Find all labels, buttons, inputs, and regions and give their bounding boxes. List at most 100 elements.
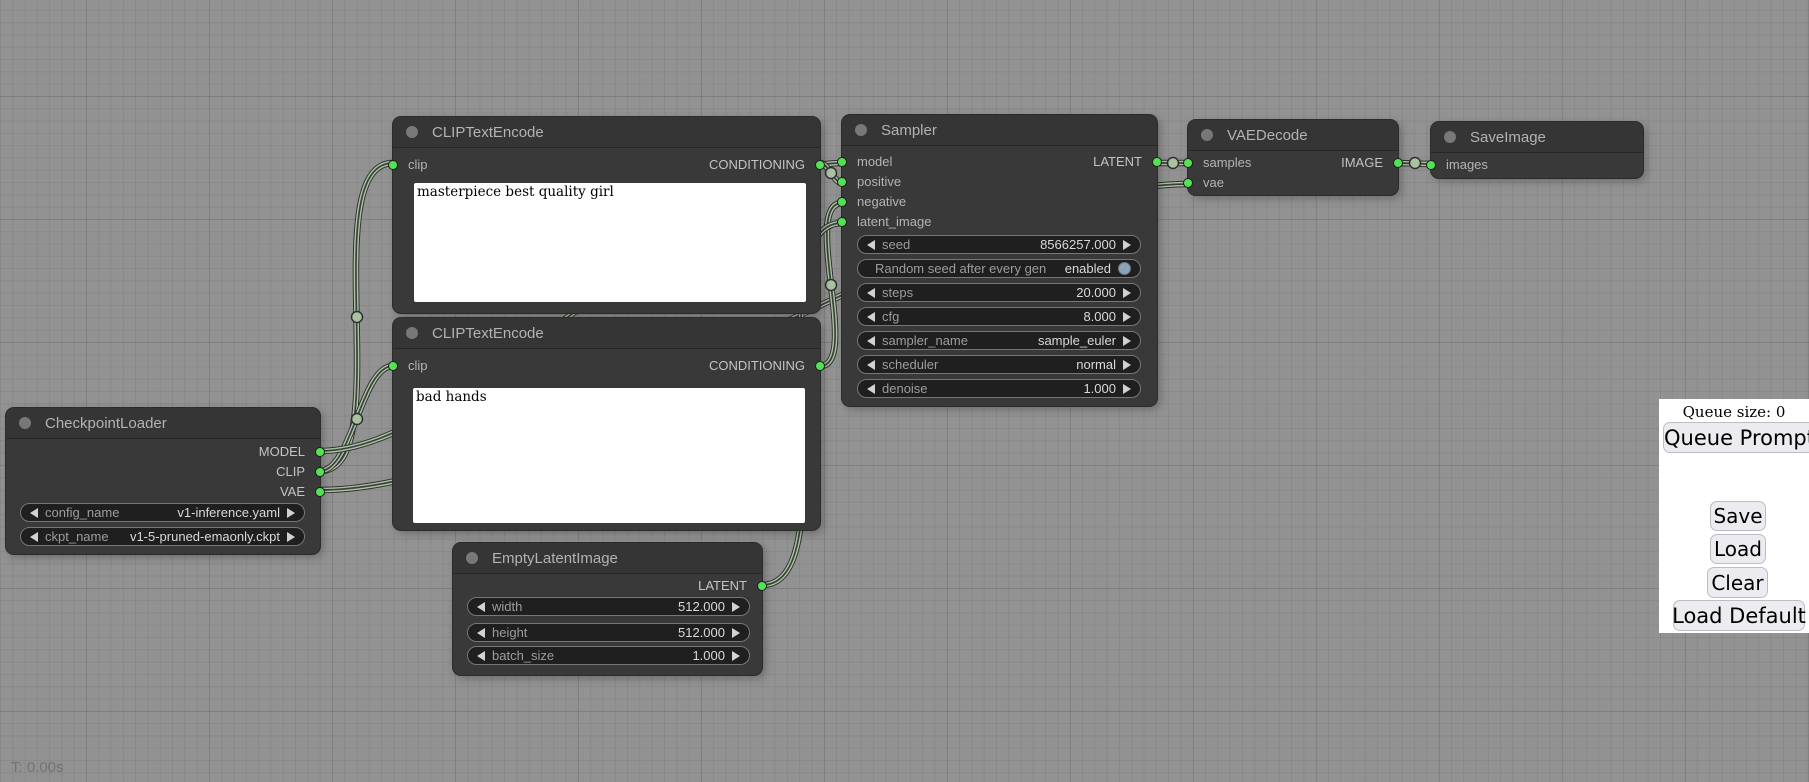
node-title-bar[interactable]: VAEDecode: [1188, 120, 1398, 151]
widget-scheduler[interactable]: scheduler normal: [857, 355, 1141, 374]
output-slot-conditioning[interactable]: [815, 361, 825, 371]
node-collapse-dot-icon[interactable]: [406, 126, 418, 138]
input-slot-vae[interactable]: [1183, 178, 1193, 188]
node-title-bar[interactable]: EmptyLatentImage: [453, 543, 762, 574]
decrement-arrow-icon[interactable]: [477, 602, 485, 612]
clear-button[interactable]: Clear: [1707, 567, 1768, 598]
widget-value: 512.000: [678, 625, 725, 640]
decrement-arrow-icon[interactable]: [867, 360, 875, 370]
output-label: LATENT: [1093, 152, 1142, 172]
load-default-button[interactable]: Load Default: [1673, 600, 1805, 631]
increment-arrow-icon[interactable]: [1123, 360, 1131, 370]
widget-label: cfg: [882, 309, 899, 324]
output-row-latent: LATENT: [453, 576, 762, 596]
output-slot-latent[interactable]: [757, 581, 767, 591]
widget-random-seed-toggle[interactable]: Random seed after every gen enabled: [857, 259, 1141, 278]
widget-seed[interactable]: seed 8566257.000: [857, 235, 1141, 254]
node-collapse-dot-icon[interactable]: [1444, 131, 1456, 143]
decrement-arrow-icon[interactable]: [867, 312, 875, 322]
node-title-bar[interactable]: SaveImage: [1431, 122, 1643, 153]
decrement-arrow-icon[interactable]: [477, 651, 485, 661]
widget-ckpt-name[interactable]: ckpt_name v1-5-pruned-emaonly.ckpt: [20, 527, 305, 546]
widget-value: 1.000: [692, 648, 725, 663]
widget-denoise[interactable]: denoise 1.000: [857, 379, 1141, 398]
widget-config-name[interactable]: config_name v1-inference.yaml: [20, 503, 305, 522]
node-collapse-dot-icon[interactable]: [466, 552, 478, 564]
decrement-arrow-icon[interactable]: [867, 240, 875, 250]
prompt-textarea[interactable]: bad hands: [413, 388, 805, 523]
increment-arrow-icon[interactable]: [1123, 288, 1131, 298]
input-label: model: [857, 152, 892, 172]
toggle-circle-icon[interactable]: [1118, 262, 1131, 275]
node-title-bar[interactable]: CLIPTextEncode: [393, 117, 820, 148]
output-slot-image[interactable]: [1393, 158, 1403, 168]
node-clip-text-encode-positive[interactable]: CLIPTextEncode clip CONDITIONING masterp…: [393, 117, 820, 313]
node-collapse-dot-icon[interactable]: [406, 327, 418, 339]
node-collapse-dot-icon[interactable]: [855, 124, 867, 136]
node-vae-decode[interactable]: VAEDecode samples IMAGE vae: [1188, 120, 1398, 195]
input-slot-samples[interactable]: [1183, 158, 1193, 168]
increment-arrow-icon[interactable]: [1123, 312, 1131, 322]
output-slot-vae[interactable]: [315, 487, 325, 497]
output-slot-clip[interactable]: [315, 467, 325, 477]
node-collapse-dot-icon[interactable]: [1201, 129, 1213, 141]
decrement-arrow-icon[interactable]: [477, 628, 485, 638]
widget-value: 8566257.000: [1040, 237, 1116, 252]
node-title-bar[interactable]: CLIPTextEncode: [393, 318, 820, 349]
increment-arrow-icon[interactable]: [732, 628, 740, 638]
input-slot-images[interactable]: [1426, 160, 1436, 170]
output-label: CONDITIONING: [709, 356, 805, 376]
widget-sampler-name[interactable]: sampler_name sample_euler: [857, 331, 1141, 350]
node-empty-latent-image[interactable]: EmptyLatentImage LATENT width 512.000 he…: [453, 543, 762, 675]
decrement-arrow-icon[interactable]: [867, 288, 875, 298]
input-label: clip: [408, 356, 428, 376]
output-row-model: MODEL: [6, 442, 320, 462]
widget-width[interactable]: width 512.000: [467, 597, 750, 616]
input-label: vae: [1203, 173, 1224, 193]
increment-arrow-icon[interactable]: [287, 508, 295, 518]
decrement-arrow-icon[interactable]: [30, 508, 38, 518]
node-collapse-dot-icon[interactable]: [19, 417, 31, 429]
input-slot-clip[interactable]: [388, 361, 398, 371]
save-button[interactable]: Save: [1710, 501, 1766, 531]
increment-arrow-icon[interactable]: [1123, 336, 1131, 346]
node-checkpoint-loader[interactable]: CheckpointLoader MODEL CLIP VAE config_n…: [6, 408, 320, 554]
widget-label: steps: [882, 285, 913, 300]
prompt-textarea[interactable]: masterpiece best quality girl: [414, 183, 806, 302]
increment-arrow-icon[interactable]: [1123, 240, 1131, 250]
decrement-arrow-icon[interactable]: [867, 336, 875, 346]
decrement-arrow-icon[interactable]: [30, 532, 38, 542]
load-button[interactable]: Load: [1710, 534, 1766, 564]
node-title-bar[interactable]: CheckpointLoader: [6, 408, 320, 439]
input-slot-latent-image[interactable]: [837, 217, 847, 227]
input-label: images: [1446, 155, 1488, 175]
slot-row: model LATENT: [842, 152, 1157, 172]
link-midpoint-dot: [1168, 158, 1179, 169]
increment-arrow-icon[interactable]: [732, 602, 740, 612]
decrement-arrow-icon[interactable]: [867, 384, 875, 394]
widget-cfg[interactable]: cfg 8.000: [857, 307, 1141, 326]
output-slot-conditioning[interactable]: [815, 160, 825, 170]
widget-steps[interactable]: steps 20.000: [857, 283, 1141, 302]
increment-arrow-icon[interactable]: [732, 651, 740, 661]
node-title: CLIPTextEncode: [432, 124, 544, 141]
render-time-label: T: 0.00s: [11, 759, 64, 776]
widget-height[interactable]: height 512.000: [467, 623, 750, 642]
increment-arrow-icon[interactable]: [287, 532, 295, 542]
node-title-bar[interactable]: Sampler: [842, 115, 1157, 146]
node-title: EmptyLatentImage: [492, 550, 618, 567]
queue-prompt-button[interactable]: Queue Prompt: [1663, 422, 1809, 453]
output-slot-latent[interactable]: [1152, 157, 1162, 167]
increment-arrow-icon[interactable]: [1123, 384, 1131, 394]
node-sampler[interactable]: Sampler model LATENT positive negative l…: [842, 115, 1157, 406]
node-clip-text-encode-negative[interactable]: CLIPTextEncode clip CONDITIONING bad han…: [393, 318, 820, 530]
input-slot-model[interactable]: [837, 157, 847, 167]
input-slot-negative[interactable]: [837, 197, 847, 207]
node-save-image[interactable]: SaveImage images: [1431, 122, 1643, 178]
graph-canvas[interactable]: { "canvas": { "perf_text": "T: 0.00s" },…: [0, 0, 1809, 782]
input-slot-positive[interactable]: [837, 177, 847, 187]
widget-label: scheduler: [882, 357, 938, 372]
output-slot-model[interactable]: [315, 447, 325, 457]
widget-batch-size[interactable]: batch_size 1.000: [467, 646, 750, 665]
input-slot-clip[interactable]: [388, 160, 398, 170]
